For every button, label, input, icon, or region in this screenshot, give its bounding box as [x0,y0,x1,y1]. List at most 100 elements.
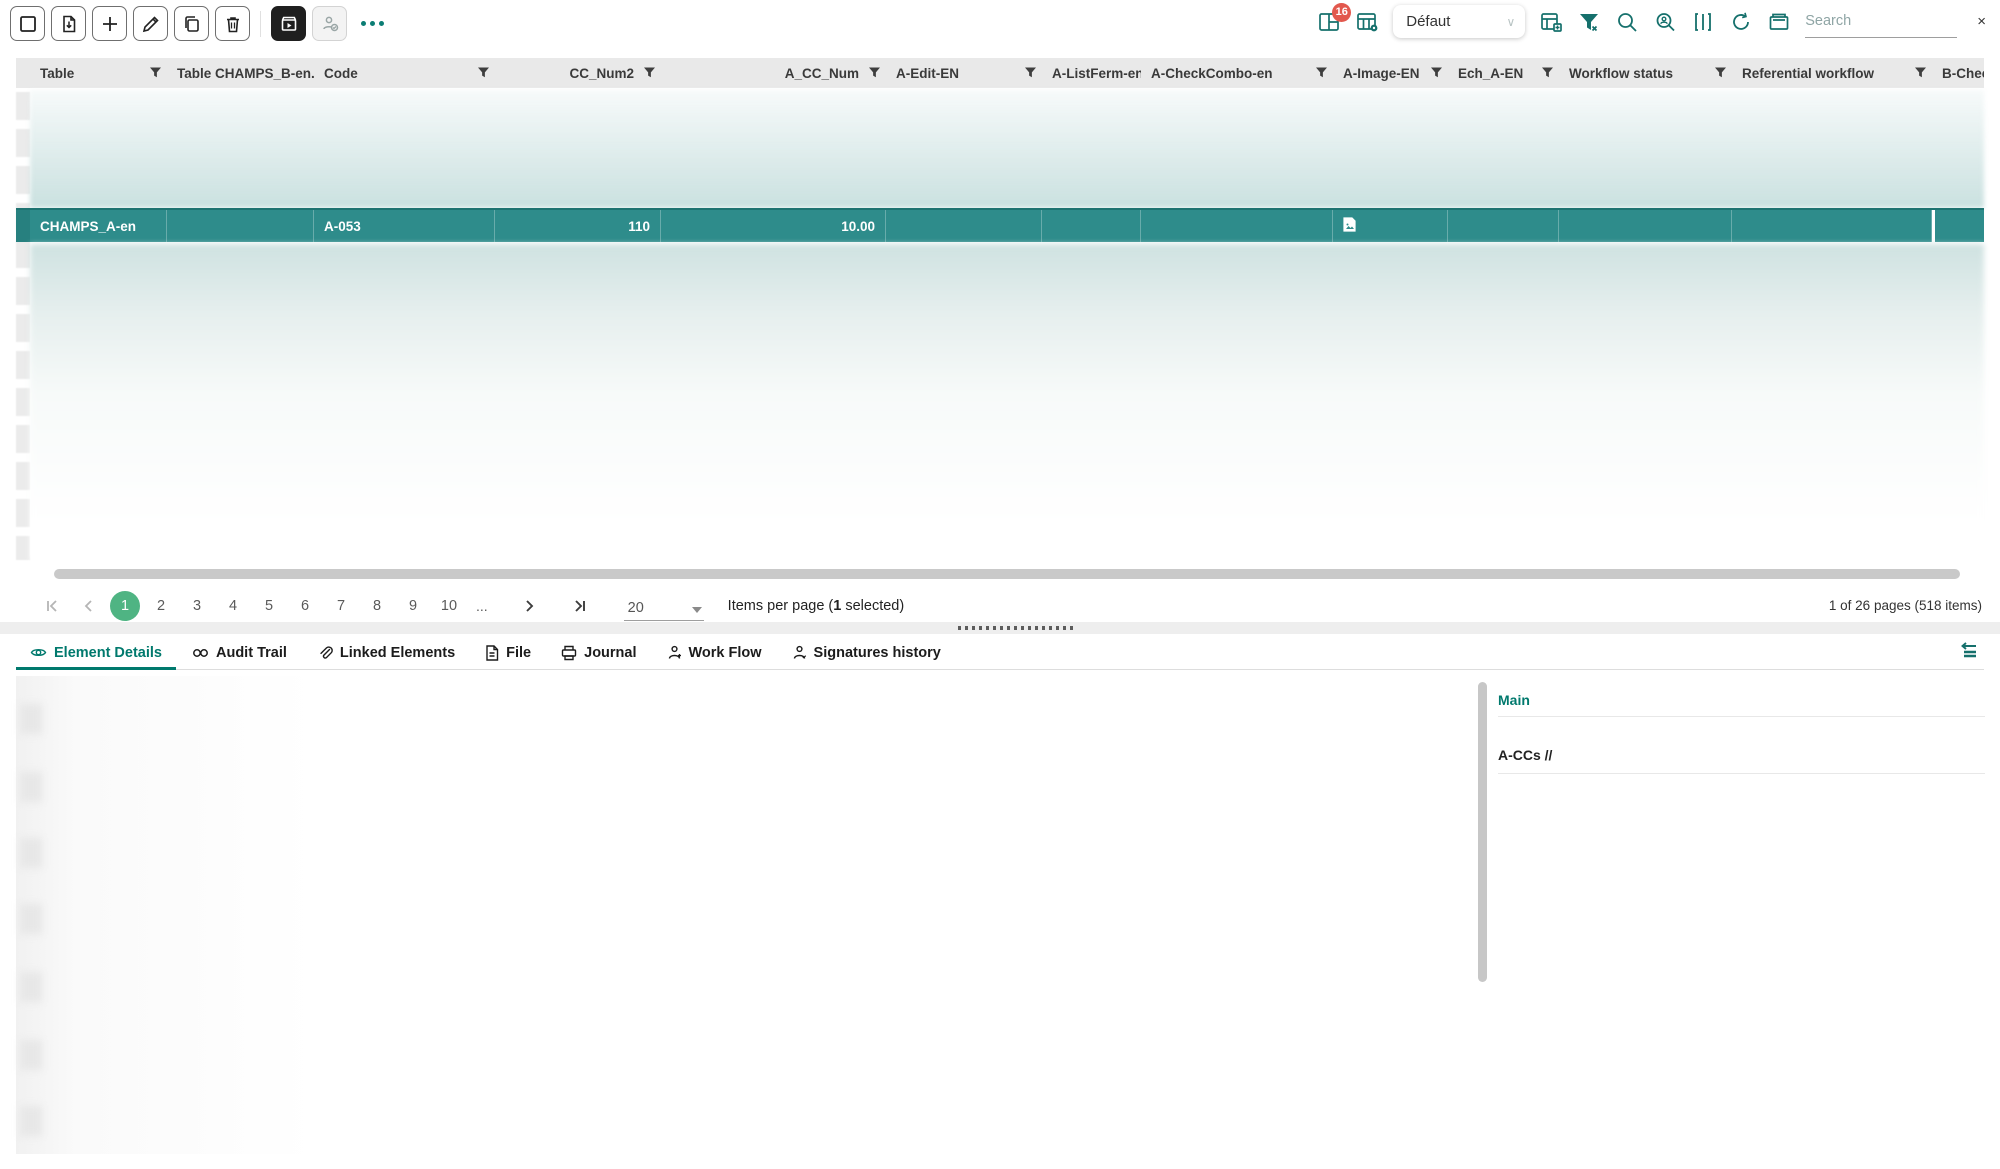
clear-search-icon[interactable]: × [1977,13,1986,30]
first-page-button[interactable] [38,591,68,621]
cell-table[interactable]: CHAMPS_A-en [30,210,167,242]
table-settings-icon[interactable] [1355,10,1379,34]
details-vertical-scrollbar[interactable] [1478,682,1487,1152]
page-button-6[interactable]: 6 [290,591,320,621]
cell-a-checkcombo-en[interactable] [1141,210,1333,242]
filter-icon[interactable] [478,66,489,81]
cell-a-edit-en[interactable] [886,210,1042,242]
page-button-9[interactable]: 9 [398,591,428,621]
field-label-a-ccs: A-CCs // [1498,747,1985,774]
scrollbar-thumb[interactable] [54,569,1960,579]
column-header-ech-a-en[interactable]: Ech_A-EN [1448,58,1559,88]
page-button-2[interactable]: 2 [146,591,176,621]
selected-row-handle[interactable] [16,210,30,242]
cell-b-check[interactable] [1932,210,1984,242]
view-selector-value: Défaut [1406,13,1450,30]
grid-horizontal-scrollbar[interactable] [16,568,1984,580]
column-header-workflow-status[interactable]: Workflow status [1559,58,1732,88]
archive-icon[interactable] [1767,10,1791,34]
edit-button[interactable] [133,6,168,41]
selected-table-row[interactable]: CHAMPS_A-en A-053 110 10.00 [16,208,1984,242]
cell-ech-a-en[interactable] [1448,210,1559,242]
cell-a-image-en[interactable] [1333,210,1448,242]
add-button[interactable] [92,6,127,41]
page-button-1[interactable]: 1 [110,591,140,621]
page-button-4[interactable]: 4 [218,591,248,621]
search-icon[interactable] [1615,10,1639,34]
last-page-button[interactable] [564,591,594,621]
filter-icon[interactable] [1431,66,1442,81]
column-header-table-champs-b[interactable]: Table CHAMPS_B-en... [167,58,314,88]
cell-a-listferm-en[interactable] [1042,210,1141,242]
page-summary: 1 of 26 pages (518 items) [1829,598,1982,613]
column-header-referential-workflow[interactable]: Referential workflow [1732,58,1932,88]
column-header-code[interactable]: Code [314,58,495,88]
import-file-button[interactable] [51,6,86,41]
column-header-a-edit-en[interactable]: A-Edit-EN [886,58,1042,88]
next-page-button[interactable] [514,591,544,621]
archive-run-button[interactable] [271,6,306,41]
tab-element-details[interactable]: Element Details [16,636,176,669]
page-button-3[interactable]: 3 [182,591,212,621]
column-header-a-checkcombo-en[interactable]: A-CheckCombo-en [1141,58,1333,88]
filter-icon[interactable] [1025,66,1036,81]
row-selector-strip[interactable] [16,92,30,560]
cell-a-cc-num[interactable]: 10.00 [661,210,886,242]
column-header-b-check[interactable]: B-Check [1932,58,1984,88]
delete-icon [223,14,243,34]
page-button-8[interactable]: 8 [362,591,392,621]
tab-linked-elements[interactable]: Linked Elements [303,636,469,669]
cell-code[interactable]: A-053 [314,210,495,242]
tab-journal[interactable]: Journal [547,636,650,669]
columns-icon[interactable] [1691,10,1715,34]
refresh-icon[interactable] [1729,10,1753,34]
cell-cc-num2[interactable]: 110 [495,210,661,242]
element-details-content [16,676,1468,1154]
filter-icon[interactable] [1316,66,1327,81]
filter-icon[interactable] [1715,66,1726,81]
collapse-panel-button[interactable] [1956,636,1978,670]
delete-button[interactable] [215,6,250,41]
filter-icon[interactable] [1542,66,1553,81]
image-attachment-icon [1343,217,1356,235]
workflow-user-button[interactable] [312,6,347,41]
cell-referential-workflow[interactable] [1732,210,1932,242]
grid-rows-below-blurred[interactable] [30,244,1984,560]
grid-rows-above-blurred[interactable] [30,90,1984,208]
tab-file[interactable]: File [471,636,545,669]
filter-icon[interactable] [644,66,655,81]
view-selector[interactable]: Défaut ∨ [1393,5,1525,38]
panel-layout-icon[interactable]: 16 [1317,10,1341,34]
cell-workflow-status[interactable] [1559,210,1732,242]
toolbar-separator [260,11,261,37]
filter-clear-icon[interactable] [1577,10,1601,34]
more-dots-icon[interactable] [361,21,384,26]
copy-button[interactable] [174,6,209,41]
column-header-a-cc-num[interactable]: A_CC_Num [661,58,886,88]
linked-elements-icon [317,645,333,661]
previous-page-button[interactable] [74,591,104,621]
panel-splitter [0,622,2000,634]
page-button-7[interactable]: 7 [326,591,356,621]
tab-audit-trail[interactable]: Audit Trail [178,636,301,669]
column-header-table[interactable]: Table [30,58,167,88]
items-per-page-select[interactable]: 20 [624,591,704,621]
page-button-5[interactable]: 5 [254,591,284,621]
column-header-a-image-en[interactable]: A-Image-EN [1333,58,1448,88]
search-user-icon[interactable] [1653,10,1677,34]
table-add-icon[interactable] [1539,10,1563,34]
tab-signatures-history[interactable]: Signatures history [778,636,955,669]
filter-icon[interactable] [150,66,161,81]
column-header-a-listferm-en[interactable]: A-ListFerm-en [1042,58,1141,88]
filter-icon[interactable] [869,66,880,81]
column-header-cc-num2[interactable]: CC_Num2 [495,58,661,88]
scrollbar-thumb[interactable] [1478,682,1487,982]
page-button-10[interactable]: 10 [434,591,464,621]
select-box-button[interactable] [10,6,45,41]
panel-resize-handle[interactable] [958,626,1074,630]
search-input[interactable] [1805,13,1957,29]
cell-table-champs-b[interactable] [167,210,314,242]
filter-icon[interactable] [1915,66,1926,81]
tab-work-flow[interactable]: Work Flow [653,636,776,669]
grid-header-row: Table Table CHAMPS_B-en... Code CC_Num2 … [16,58,1984,88]
